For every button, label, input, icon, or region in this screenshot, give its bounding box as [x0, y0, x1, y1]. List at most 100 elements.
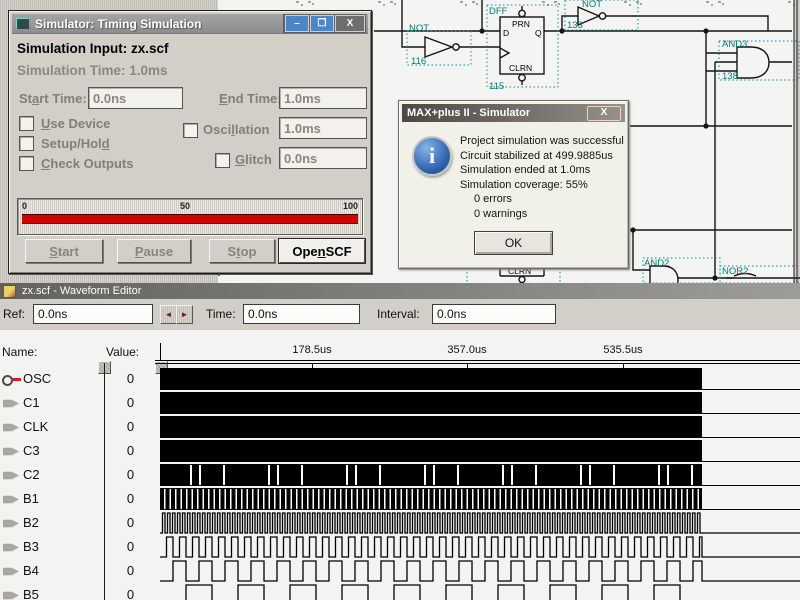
signal-name[interactable]: B1 — [23, 491, 39, 506]
dialog-titlebar[interactable]: MAX+plus II - Simulator X — [402, 104, 625, 122]
signal-name[interactable]: CLK — [23, 419, 48, 434]
signal-waveform[interactable] — [160, 464, 800, 486]
dialog-message-line: Simulation ended at 1.0ms — [460, 163, 624, 178]
simulator-titlebar[interactable]: Simulator: Timing Simulation – ❐ X — [12, 14, 368, 34]
start-button[interactable]: Start — [25, 239, 103, 263]
oscillation-field[interactable] — [279, 117, 367, 139]
simulation-input-line: Simulation Input: zx.scf — [17, 41, 169, 56]
signal-row[interactable]: C10 — [0, 391, 800, 415]
timeline-label: 178.5us — [292, 344, 331, 356]
signal-waveform[interactable] — [160, 488, 800, 510]
simulator-window: Simulator: Timing Simulation – ❐ X Simul… — [8, 10, 372, 274]
ref-left-arrow-button[interactable]: ◄ — [160, 305, 177, 324]
oscillation-label: Oscillation — [203, 122, 269, 137]
signal-name[interactable]: C2 — [23, 467, 40, 482]
waveform-titlebar[interactable]: zx.scf - Waveform Editor — [0, 283, 800, 299]
dialog-close-button[interactable]: X — [587, 106, 621, 121]
waveform-flat-tail — [702, 488, 800, 510]
glitch-field[interactable] — [279, 147, 367, 169]
schematic-label: PRN — [512, 19, 530, 29]
input-pin-icon — [3, 471, 19, 480]
signal-value: 0 — [104, 491, 157, 506]
ref-field[interactable] — [33, 304, 153, 324]
signal-waveform[interactable] — [160, 536, 800, 558]
signal-row[interactable]: CLK0 — [0, 415, 800, 439]
schematic-label: AND3 — [722, 39, 747, 50]
waveform-bar — [160, 488, 702, 510]
end-time-field[interactable] — [279, 87, 367, 109]
simulator-message-dialog: MAX+plus II - Simulator X i Project simu… — [398, 100, 629, 269]
signal-waveform[interactable] — [160, 560, 800, 582]
pause-button[interactable]: Pause — [117, 239, 191, 263]
check-outputs-checkbox[interactable] — [19, 156, 34, 171]
dialog-title: MAX+plus II - Simulator — [407, 107, 530, 119]
signal-waveform[interactable] — [160, 416, 800, 438]
signal-name[interactable]: C3 — [23, 443, 40, 458]
info-icon: i — [412, 136, 452, 176]
progress-scale: 050100 — [22, 201, 358, 211]
signal-row[interactable]: B40 — [0, 559, 800, 583]
signal-value: 0 — [104, 587, 157, 600]
waveform-toolbar: Ref: ◄ ► Time: Interval: — [0, 299, 800, 331]
waveform-window-title: zx.scf - Waveform Editor — [22, 285, 141, 297]
waveform-bar — [160, 368, 702, 390]
schematic-label: DFF — [489, 6, 508, 17]
input-pin-icon — [3, 519, 19, 528]
signal-name[interactable]: B5 — [23, 587, 39, 600]
interval-field[interactable] — [432, 304, 556, 324]
clrn-bubble-2 — [519, 277, 525, 283]
schematic-label: 116 — [411, 56, 426, 67]
clrn-bubble — [519, 75, 525, 81]
schematic-label: AND2 — [644, 258, 669, 269]
signal-value: 0 — [104, 539, 157, 554]
close-button[interactable]: X — [335, 15, 365, 32]
setup-hold-checkbox[interactable] — [19, 136, 34, 151]
signal-row[interactable]: B3 0 — [0, 535, 800, 559]
signal-row[interactable]: B20 — [0, 511, 800, 535]
ref-right-arrow-button[interactable]: ► — [176, 305, 193, 324]
use-device-checkbox[interactable] — [19, 116, 34, 131]
signal-name[interactable]: B4 — [23, 563, 39, 578]
signal-row[interactable]: OSC0 — [0, 367, 800, 391]
dialog-message: Project simulation was successfulCircuit… — [460, 134, 624, 221]
time-label: Time: — [206, 307, 236, 321]
signal-name[interactable]: C1 — [23, 395, 40, 410]
maximize-button[interactable]: ❐ — [310, 15, 334, 32]
signal-waveform[interactable] — [160, 440, 800, 462]
time-field[interactable] — [243, 304, 360, 324]
glitch-checkbox[interactable] — [215, 153, 230, 168]
signal-row[interactable]: B1 0 — [0, 487, 800, 511]
signal-waveform[interactable] — [160, 584, 800, 600]
value-column-header: Value: — [106, 345, 139, 359]
start-time-field[interactable] — [88, 87, 183, 109]
waveform-flat-tail — [702, 440, 800, 462]
signal-name[interactable]: B2 — [23, 515, 39, 530]
waveform-flat-tail — [702, 368, 800, 390]
signal-row[interactable]: C30 — [0, 439, 800, 463]
stop-button[interactable]: Stop — [209, 239, 275, 263]
signal-row[interactable]: B5 0 — [0, 583, 800, 600]
schematic-label: NOT — [582, 0, 602, 10]
signal-waveform[interactable] — [160, 392, 800, 414]
simulation-time-line: Simulation Time: 1.0ms — [17, 63, 168, 78]
signal-row[interactable]: C2 0 — [0, 463, 800, 487]
ok-button[interactable]: OK — [474, 231, 553, 255]
progress-tick-label: 100 — [343, 201, 358, 211]
waveform-bar — [160, 440, 702, 462]
signal-value: 0 — [104, 467, 157, 482]
signal-name[interactable]: OSC — [23, 371, 51, 386]
minimize-button[interactable]: – — [285, 15, 309, 32]
signal-waveform[interactable] — [160, 512, 800, 534]
checkbox-label: Check Outputs — [41, 156, 133, 171]
checkbox-row: Setup/Hold — [19, 135, 133, 155]
schematic-label: CLRN — [509, 63, 532, 73]
oscillation-checkbox[interactable] — [183, 123, 198, 138]
signal-waveform[interactable] — [160, 368, 800, 390]
signal-name[interactable]: B3 — [23, 539, 39, 554]
checkbox-label: Setup/Hold — [41, 136, 110, 151]
start-time-label: Start Time: — [19, 91, 87, 106]
schematic-label: 115 — [489, 81, 504, 92]
open-scf-button[interactable]: Open SCF — [279, 239, 365, 263]
time-cursor[interactable] — [160, 343, 161, 361]
glitch-label: Glitch — [235, 152, 272, 167]
